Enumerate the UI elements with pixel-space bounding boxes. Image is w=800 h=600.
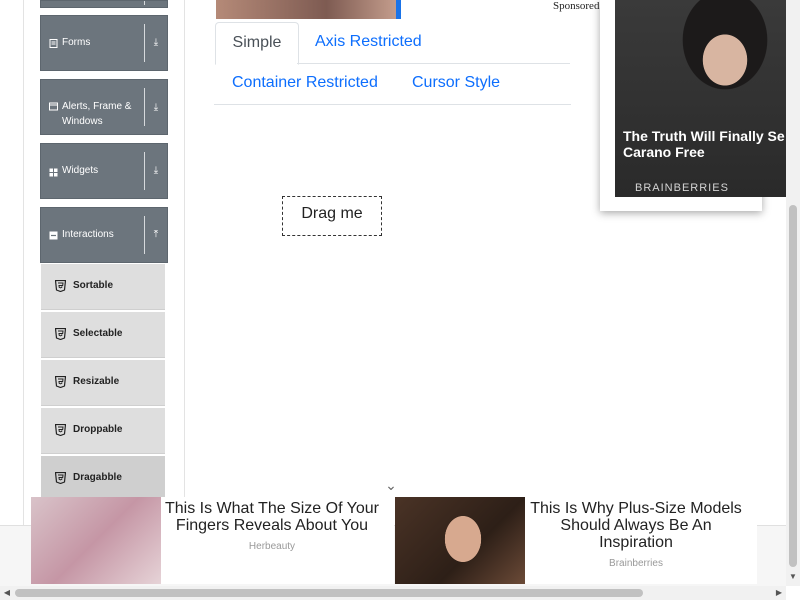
horizontal-scroll-thumb[interactable] <box>15 589 643 597</box>
sidebar-item-resizable[interactable]: Resizable <box>41 360 165 406</box>
scroll-left-arrow-icon[interactable]: ◀ <box>0 586 14 600</box>
expand-down-icon[interactable]: ⤓ <box>150 165 162 177</box>
right-ad-brand: BRAINBERRIES <box>635 182 729 194</box>
sidebar-item-label: Sortable <box>73 280 114 291</box>
group-label: Interactions <box>62 229 114 240</box>
sidebar-border-right <box>184 0 185 525</box>
top-ad-image[interactable] <box>216 0 400 19</box>
window-icon <box>49 102 58 111</box>
tab-axis-restricted[interactable]: Axis Restricted <box>315 32 422 52</box>
chevron-down-icon[interactable]: ⌄ <box>384 478 398 492</box>
expand-down-icon[interactable]: ⤓ <box>150 102 162 114</box>
draggable-box[interactable]: Drag me <box>282 196 382 236</box>
html5-icon <box>55 328 66 340</box>
widgets-icon <box>49 168 58 177</box>
sidebar-item-sortable[interactable]: Sortable <box>41 264 165 310</box>
form-icon <box>49 39 58 48</box>
html5-icon <box>55 424 66 436</box>
sidebar-group-forms[interactable]: Forms ⤓ <box>40 15 168 71</box>
right-ad-title[interactable]: The Truth Will Finally Se Carano Free <box>623 128 800 160</box>
group-separator <box>144 1 145 5</box>
group-label: Forms <box>62 37 91 48</box>
sidebar-group-interactions[interactable]: Interactions ⤒ <box>40 207 168 263</box>
group-label-line2: Windows <box>62 116 103 127</box>
sidebar-item-label: Droppable <box>73 424 123 435</box>
right-ad-image[interactable] <box>615 0 800 197</box>
top-ad-accent <box>396 0 401 19</box>
vertical-scroll-thumb[interactable] <box>789 205 797 567</box>
sidebar-item-label: Dragabble <box>73 472 122 483</box>
content-border-left <box>23 0 24 525</box>
bottom-ad-1[interactable]: This Is What The Size Of Your Fingers Re… <box>31 497 394 584</box>
scroll-down-arrow-icon[interactable]: ▼ <box>786 570 800 584</box>
sponsored-label: Sponsored <box>553 0 600 12</box>
tab-simple[interactable]: Simple <box>215 22 299 65</box>
group-separator <box>144 216 145 254</box>
sidebar-group-alerts[interactable]: Alerts, Frame & Windows ⤓ <box>40 79 168 135</box>
sidebar-item-label: Selectable <box>73 328 123 339</box>
tabs-bottom-border <box>214 104 571 105</box>
scroll-right-arrow-icon[interactable]: ▶ <box>772 586 786 600</box>
bottom-ad-title[interactable]: This Is What The Size Of Your Fingers Re… <box>161 500 383 534</box>
html5-icon <box>55 376 66 388</box>
group-separator <box>144 152 145 190</box>
right-ad-title-line2: Carano Free <box>623 144 705 160</box>
bottom-ad-image[interactable] <box>395 497 525 584</box>
bottom-ad-source: Brainberries <box>609 558 663 569</box>
group-label: Widgets <box>62 165 99 176</box>
html5-icon <box>55 472 66 484</box>
sidebar-item-label: Resizable <box>73 376 120 387</box>
bottom-ad-image[interactable] <box>31 497 161 584</box>
interactions-icon <box>49 231 58 240</box>
tab-cursor-style[interactable]: Cursor Style <box>412 73 500 93</box>
sidebar-item-dragabble[interactable]: Dragabble <box>41 456 165 502</box>
tab-container-restricted[interactable]: Container Restricted <box>232 73 378 93</box>
bottom-ad-source: Herbeauty <box>248 541 296 552</box>
expand-down-icon[interactable]: ⤓ <box>150 37 162 49</box>
group-label: Alerts, Frame & <box>62 101 132 112</box>
sidebar-group-previous[interactable] <box>40 0 168 8</box>
collapse-up-icon[interactable]: ⤒ <box>150 229 162 241</box>
group-separator <box>144 88 145 126</box>
tabs-divider <box>297 63 570 64</box>
right-ad-title-line1: The Truth Will Finally Se <box>623 128 785 144</box>
html5-icon <box>55 280 66 292</box>
sidebar-item-droppable[interactable]: Droppable <box>41 408 165 454</box>
sidebar-item-selectable[interactable]: Selectable <box>41 312 165 358</box>
sidebar-group-widgets[interactable]: Widgets ⤓ <box>40 143 168 199</box>
bottom-ad-title[interactable]: This Is Why Plus-Size Models Should Alwa… <box>525 500 747 551</box>
bottom-ad-2[interactable]: This Is Why Plus-Size Models Should Alwa… <box>395 497 757 584</box>
group-separator <box>144 24 145 62</box>
